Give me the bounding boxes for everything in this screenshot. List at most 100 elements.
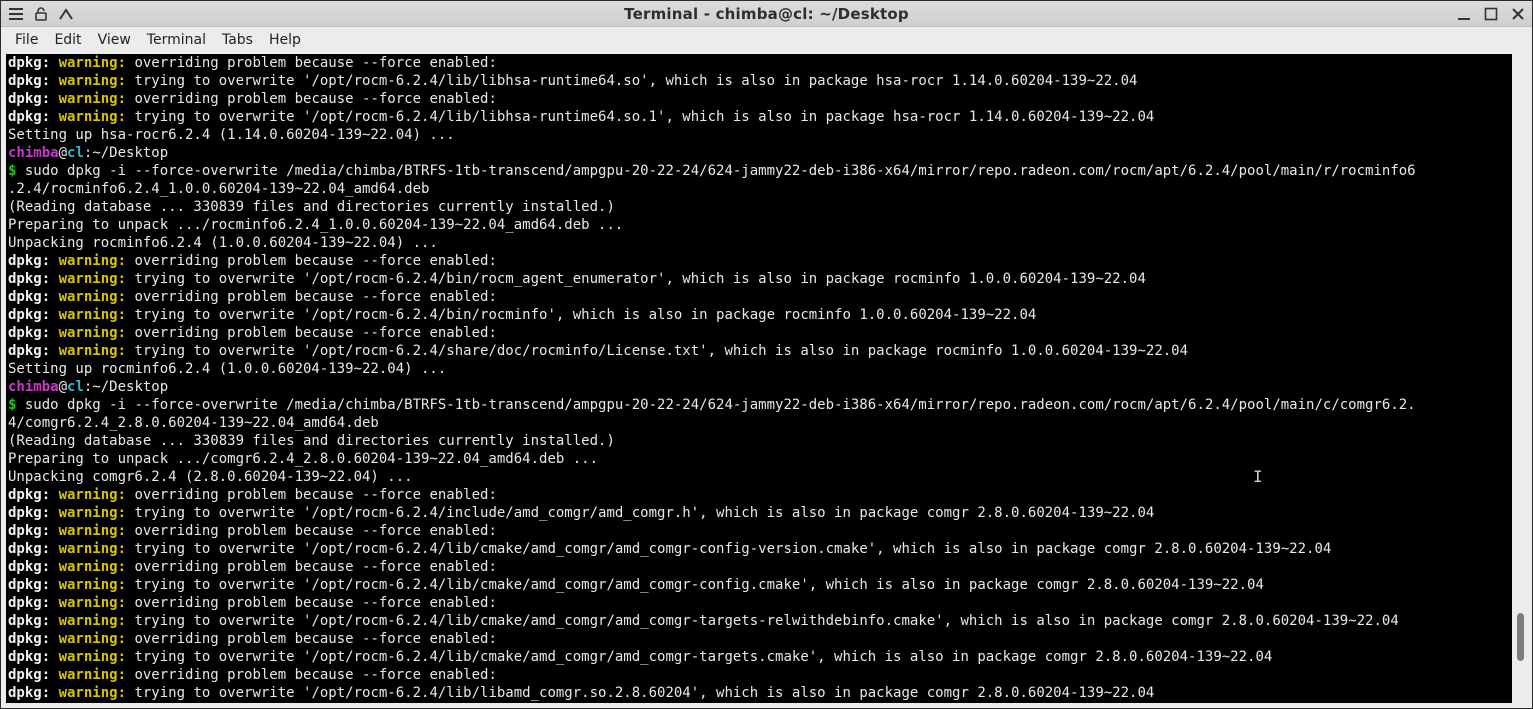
terminal-line: dpkg: warning: overriding problem becaus… (8, 288, 497, 306)
warning-label: warning: (58, 505, 127, 521)
dpkg-prefix: dpkg: (8, 595, 59, 611)
warning-label: warning: (58, 595, 127, 611)
terminal-line: .2.4/rocminfo6.2.4_1.0.0.60204-139~22.04… (8, 180, 429, 198)
dpkg-prefix: dpkg: (8, 271, 59, 287)
terminal-line: dpkg: warning: trying to overwrite '/opt… (8, 504, 1154, 522)
line-text: (Reading database ... 330839 files and d… (8, 433, 615, 449)
line-text: trying to overwrite '/opt/rocm-6.2.4/bin… (126, 271, 1146, 287)
scrollbar-thumb[interactable] (1517, 613, 1524, 661)
line-text: overriding problem because --force enabl… (126, 667, 497, 683)
warning-label: warning: (58, 631, 127, 647)
prompt-path: :~/Desktop (83, 145, 169, 161)
text-cursor-icon: I (1253, 467, 1263, 486)
terminal-line: dpkg: warning: trying to overwrite '/opt… (8, 576, 1264, 594)
maximize-icon[interactable] (1480, 3, 1501, 24)
terminal-line: Setting up hsa-rocr6.2.4 (1.14.0.60204-1… (8, 126, 455, 144)
close-icon[interactable] (1507, 3, 1528, 24)
line-text: overriding problem because --force enabl… (126, 631, 497, 647)
terminal-line: Setting up rocminfo6.2.4 (1.0.0.60204-13… (8, 360, 446, 378)
line-text: overriding problem because --force enabl… (126, 487, 497, 503)
terminal-line: dpkg: warning: trying to overwrite '/opt… (8, 270, 1146, 288)
terminal-line: dpkg: warning: overriding problem becaus… (8, 630, 497, 648)
line-text: 4/comgr6.2.4_2.8.0.60204-139~22.04_amd64… (8, 415, 379, 431)
warning-label: warning: (58, 307, 127, 323)
prompt-at: @ (58, 145, 68, 161)
line-text: trying to overwrite '/opt/rocm-6.2.4/sha… (126, 343, 1189, 359)
line-text: Unpacking rocminfo6.2.4 (1.0.0.60204-139… (8, 235, 438, 251)
terminal-line: 4/comgr6.2.4_2.8.0.60204-139~22.04_amd64… (8, 414, 379, 432)
warning-label: warning: (58, 667, 127, 683)
warning-label: warning: (58, 685, 127, 701)
menu-view[interactable]: View (90, 27, 139, 53)
warning-label: warning: (58, 289, 127, 305)
warning-label: warning: (58, 523, 127, 539)
terminal-line: chimba@cl:~/Desktop (8, 144, 168, 162)
terminal-line: Preparing to unpack .../rocminfo6.2.4_1.… (8, 216, 623, 234)
line-text: Setting up hsa-rocr6.2.4 (1.14.0.60204-1… (8, 127, 455, 143)
dpkg-prefix: dpkg: (8, 343, 59, 359)
line-text: (Reading database ... 330839 files and d… (8, 199, 615, 215)
prompt-user: chimba (8, 379, 59, 395)
warning-label: warning: (58, 73, 127, 89)
line-text: overriding problem because --force enabl… (126, 91, 497, 107)
terminal-line: $ sudo dpkg -i --force-overwrite /media/… (8, 162, 1416, 180)
terminal-line: Preparing to unpack .../comgr6.2.4_2.8.0… (8, 450, 598, 468)
menu-edit[interactable]: Edit (46, 27, 89, 53)
line-text: overriding problem because --force enabl… (126, 289, 497, 305)
dpkg-prefix: dpkg: (8, 541, 59, 557)
titlebar-right-controls (1453, 3, 1528, 24)
command-text: sudo dpkg -i --force-overwrite /media/ch… (16, 163, 1416, 179)
line-text: overriding problem because --force enabl… (126, 559, 497, 575)
dpkg-prefix: dpkg: (8, 631, 59, 647)
line-text: trying to overwrite '/opt/rocm-6.2.4/inc… (126, 505, 1155, 521)
line-text: overriding problem because --force enabl… (126, 55, 497, 71)
terminal-line: dpkg: warning: overriding problem becaus… (8, 90, 497, 108)
terminal-line: dpkg: warning: overriding problem becaus… (8, 522, 497, 540)
terminal-output[interactable]: dpkg: warning: overriding problem becaus… (6, 54, 1512, 703)
line-text: overriding problem because --force enabl… (126, 253, 497, 269)
warning-label: warning: (58, 91, 127, 107)
warning-label: warning: (58, 649, 127, 665)
prompt-at: @ (58, 379, 68, 395)
warning-label: warning: (58, 577, 127, 593)
menu-terminal[interactable]: Terminal (139, 27, 214, 53)
line-text: trying to overwrite '/opt/rocm-6.2.4/lib… (126, 685, 1155, 701)
dpkg-prefix: dpkg: (8, 613, 59, 629)
line-text: trying to overwrite '/opt/rocm-6.2.4/lib… (126, 649, 1273, 665)
warning-label: warning: (58, 487, 127, 503)
line-text: Setting up rocminfo6.2.4 (1.0.0.60204-13… (8, 361, 447, 377)
terminal-line: Unpacking comgr6.2.4 (2.8.0.60204-139~22… (8, 468, 413, 486)
warning-label: warning: (58, 613, 127, 629)
minimize-icon[interactable] (1453, 3, 1474, 24)
menu-help[interactable]: Help (261, 27, 309, 53)
terminal-line: dpkg: warning: overriding problem becaus… (8, 594, 497, 612)
line-text: Preparing to unpack .../rocminfo6.2.4_1.… (8, 217, 624, 233)
dpkg-prefix: dpkg: (8, 289, 59, 305)
line-text: Unpacking comgr6.2.4 (2.8.0.60204-139~22… (8, 469, 413, 485)
dpkg-prefix: dpkg: (8, 325, 59, 341)
dpkg-prefix: dpkg: (8, 649, 59, 665)
titlebar: Terminal - chimba@cl: ~/Desktop (1, 1, 1532, 27)
dpkg-prefix: dpkg: (8, 577, 59, 593)
menu-file[interactable]: File (7, 27, 46, 53)
terminal-line: dpkg: warning: overriding problem becaus… (8, 666, 497, 684)
warning-label: warning: (58, 541, 127, 557)
menubar: File Edit View Terminal Tabs Help (1, 27, 1532, 53)
line-text: overriding problem because --force enabl… (126, 325, 497, 341)
dpkg-prefix: dpkg: (8, 253, 59, 269)
dpkg-prefix: dpkg: (8, 109, 59, 125)
warning-label: warning: (58, 271, 127, 287)
terminal-line: dpkg: warning: overriding problem becaus… (8, 558, 497, 576)
scrollbar[interactable] (1514, 54, 1532, 703)
line-text: trying to overwrite '/opt/rocm-6.2.4/lib… (126, 541, 1332, 557)
terminal-window: Terminal - chimba@cl: ~/Desktop File Edi… (0, 0, 1533, 709)
dpkg-prefix: dpkg: (8, 559, 59, 575)
line-text: trying to overwrite '/opt/rocm-6.2.4/lib… (126, 577, 1264, 593)
terminal-line: dpkg: warning: trying to overwrite '/opt… (8, 342, 1188, 360)
terminal-line: dpkg: warning: trying to overwrite '/opt… (8, 684, 1154, 702)
menu-tabs[interactable]: Tabs (214, 27, 261, 53)
terminal-line: dpkg: warning: trying to overwrite '/opt… (8, 540, 1331, 558)
terminal-line: (Reading database ... 330839 files and d… (8, 432, 615, 450)
terminal-line: (Reading database ... 330839 files and d… (8, 198, 615, 216)
prompt-host: cl (67, 379, 84, 395)
